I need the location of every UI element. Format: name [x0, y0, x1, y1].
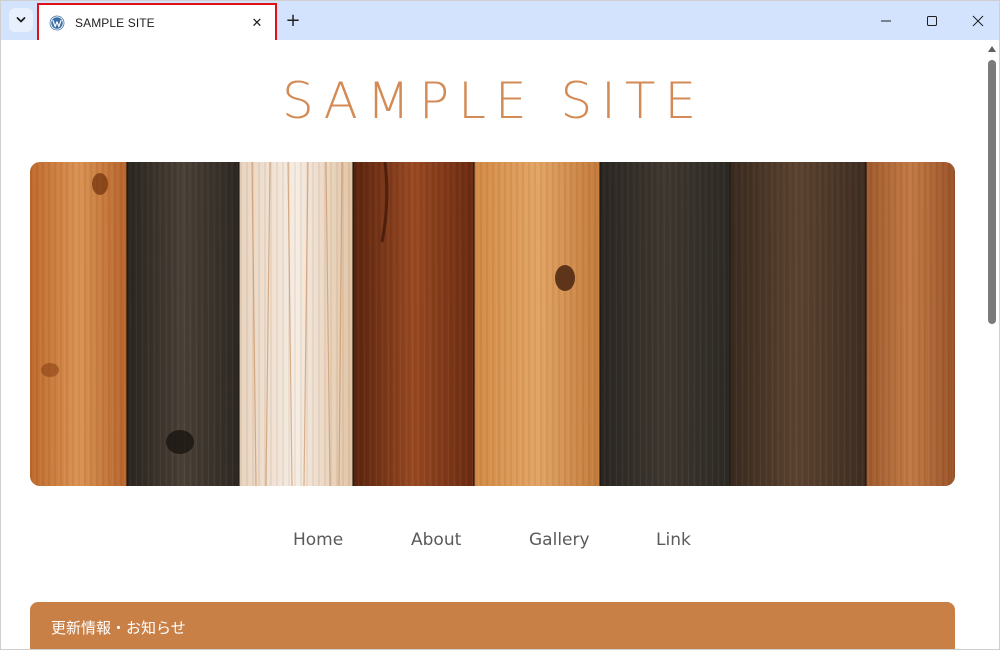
minimize-button[interactable] [863, 1, 909, 40]
notice-section-header: 更新情報・お知らせ [30, 602, 955, 649]
tab-search-button[interactable] [9, 8, 33, 32]
close-window-button[interactable] [955, 1, 999, 40]
wordpress-icon [49, 15, 65, 31]
tab-title: SAMPLE SITE [75, 16, 155, 30]
minimize-icon [881, 20, 891, 21]
nav-about[interactable]: About [411, 530, 461, 550]
chevron-down-icon [16, 17, 26, 23]
maximize-button[interactable] [909, 1, 955, 40]
scroll-up-icon[interactable] [988, 46, 996, 52]
new-tab-button[interactable]: + [282, 9, 304, 31]
nav-link[interactable]: Link [656, 530, 691, 550]
window-controls [863, 1, 999, 40]
scroll-thumb[interactable] [988, 60, 996, 324]
tab-sample-site[interactable]: SAMPLE SITE ✕ [37, 3, 277, 43]
maximize-icon [927, 15, 937, 26]
close-tab-icon[interactable]: ✕ [247, 13, 267, 33]
wood-planks-image [30, 162, 955, 486]
close-icon [972, 15, 984, 26]
page-scrollbar[interactable] [985, 40, 999, 649]
tab-strip: SAMPLE SITE ✕ + [1, 1, 999, 43]
browser-window: SAMPLE SITE ✕ + SAMPLE SITE Home About G… [0, 0, 1000, 650]
main-navigation: Home About Gallery Link [2, 530, 985, 556]
notice-heading: 更新情報・お知らせ [51, 618, 186, 637]
page-viewport: SAMPLE SITE Home About Gallery Link 更新情報… [2, 40, 985, 649]
nav-gallery[interactable]: Gallery [529, 530, 590, 550]
site-title[interactable]: SAMPLE SITE [2, 72, 985, 130]
nav-home[interactable]: Home [293, 530, 343, 550]
